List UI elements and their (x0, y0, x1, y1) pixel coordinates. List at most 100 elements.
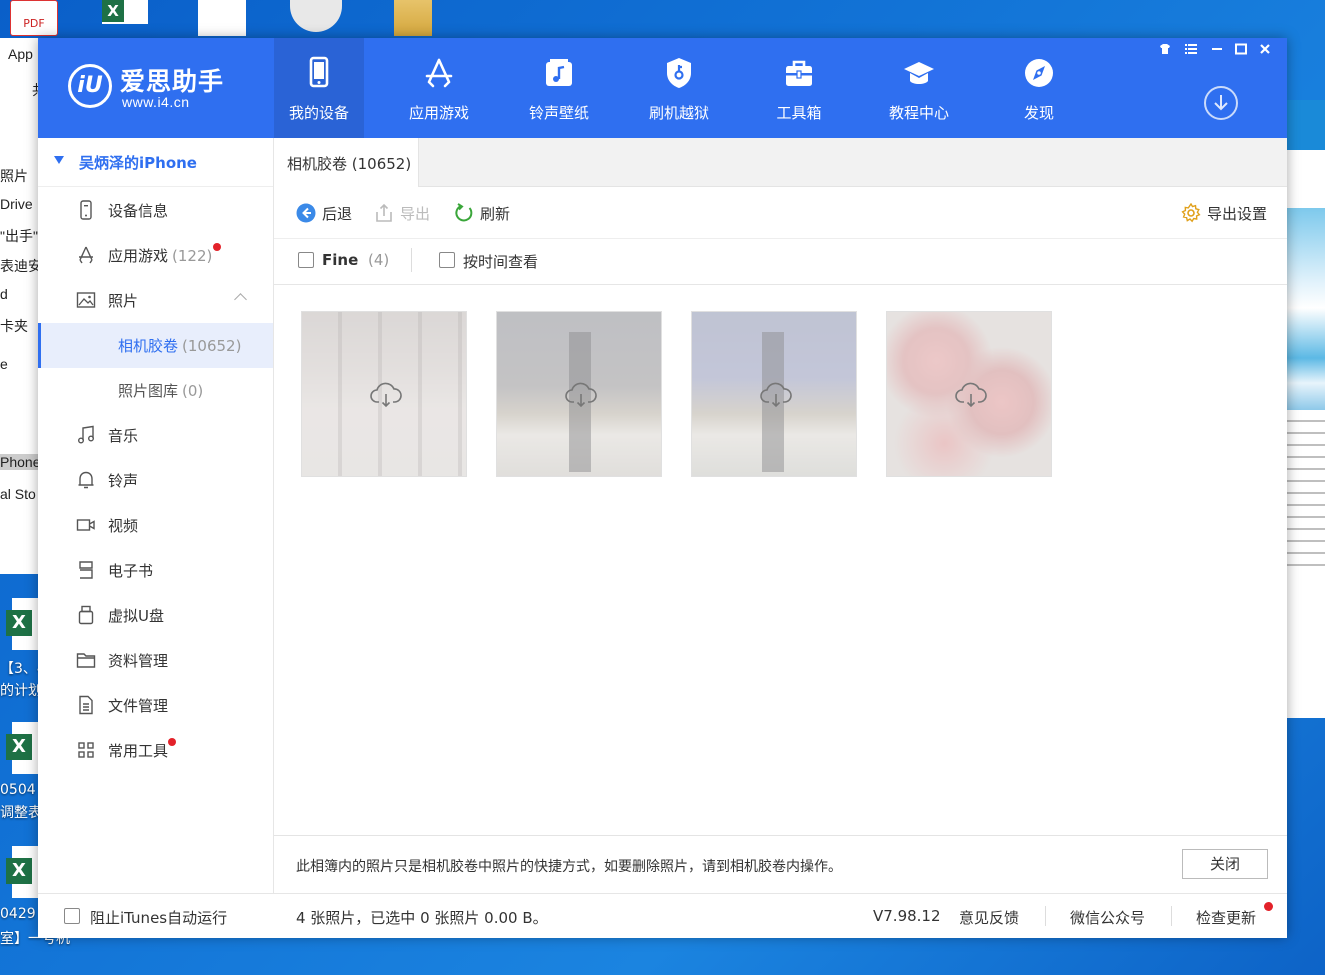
pdf-desktop-icon[interactable]: PDF (10, 0, 58, 36)
close-notice-button[interactable]: 关闭 (1182, 849, 1268, 879)
sidebar-item-camera-roll[interactable]: 相机胶卷 (10652) (38, 323, 273, 368)
nav-toolbox[interactable]: 工具箱 (754, 38, 844, 138)
excel-icon: X (102, 0, 124, 22)
nav-label: 工具箱 (776, 104, 822, 122)
sidebar-item-label: 资料管理 (108, 652, 169, 670)
file-icon (79, 695, 93, 715)
back-label: 后退 (322, 205, 353, 223)
photo-icon (76, 292, 96, 308)
music-note-icon (546, 59, 572, 86)
album-checkbox[interactable] (298, 252, 314, 268)
sidebar-item-ebooks[interactable]: 电子书 (38, 548, 273, 593)
sidebar-item-apps[interactable]: 应用游戏 (122) (38, 233, 273, 278)
sidebar-item-photo-library[interactable]: 照片图库 (0) (38, 368, 273, 413)
usb-drive-icon (78, 605, 94, 625)
desktop-file-label: 0429 (0, 906, 36, 922)
excel-desktop-file[interactable]: X (0, 598, 38, 650)
document-desktop-icon[interactable] (198, 0, 246, 36)
nav-my-device[interactable]: 我的设备 (274, 38, 364, 138)
feedback-link[interactable]: 意见反馈 (959, 907, 1019, 928)
sidebar-item-videos[interactable]: 视频 (38, 503, 273, 548)
desktop-file-label: 调整表 (0, 805, 42, 821)
download-arrow-icon (1214, 95, 1228, 111)
export-label: 导出 (400, 205, 431, 223)
ebook-icon (79, 561, 93, 579)
minimize-button[interactable] (1206, 42, 1228, 60)
sidebar-item-virtual-udisk[interactable]: 虚拟U盘 (38, 593, 273, 638)
export-icon (376, 203, 392, 222)
refresh-label: 刷新 (480, 205, 511, 223)
sidebar-item-label: 设备信息 (108, 202, 169, 220)
nav-flash-jailbreak[interactable]: 刷机越狱 (634, 38, 724, 138)
skin-button[interactable] (1154, 42, 1176, 60)
shirt-icon (1160, 44, 1170, 54)
device-header[interactable]: 吴炳泽的iPhone (38, 138, 273, 187)
cloud-download-icon (760, 382, 792, 408)
device-info-icon (80, 200, 92, 220)
behind-window-text: d (0, 286, 8, 302)
behind-window-text: 表迪安 (0, 258, 42, 274)
sidebar-item-common-tools[interactable]: 常用工具 (38, 728, 273, 773)
sidebar-item-music[interactable]: 音乐 (38, 413, 273, 458)
minimize-icon (1212, 48, 1222, 50)
block-itunes-checkbox[interactable] (64, 908, 80, 924)
tab-strip: 相机胶卷 (10652) (274, 138, 1287, 187)
nav-ringtones-wallpapers[interactable]: 铃声壁纸 (514, 38, 604, 138)
excel-desktop-file[interactable]: X (0, 846, 38, 898)
device-name: 吴炳泽的iPhone (79, 154, 197, 172)
sidebar-item-photos[interactable]: 照片 (38, 278, 273, 323)
nav-discover[interactable]: 发现 (994, 38, 1084, 138)
album-count: (4) (368, 251, 390, 269)
behind-window-text: "出手" (0, 228, 38, 244)
photo-thumbnail[interactable] (496, 311, 662, 477)
gear-icon (1181, 203, 1201, 223)
toolbar: 后退 导出 刷新 导出设置 (274, 186, 1287, 239)
close-window-button[interactable] (1254, 42, 1276, 60)
album-filter-bar: Fine (4) 按时间查看 (274, 238, 1287, 285)
nav-label: 应用游戏 (408, 104, 469, 122)
sidebar-item-label: 音乐 (108, 427, 139, 445)
sidebar-item-label: 视频 (108, 517, 139, 535)
excel-desktop-file[interactable]: X (0, 722, 38, 774)
sidebar-item-device-info[interactable]: 设备信息 (38, 188, 273, 233)
update-badge (1264, 902, 1273, 911)
apps-icon (79, 246, 93, 264)
behind-window-text: 照片 (0, 168, 28, 184)
phone-icon (309, 56, 329, 88)
check-update-link[interactable]: 检查更新 (1196, 907, 1256, 928)
logo-name: 爱思助手 (120, 67, 225, 96)
top-navigation-bar: iU 爱思助手 www.i4.cn 我的设备 应用游戏 铃声壁纸 刷机越狱 工具… (38, 38, 1287, 138)
menu-button[interactable] (1180, 42, 1202, 60)
refresh-icon (455, 203, 473, 222)
nav-apps-games[interactable]: 应用游戏 (394, 38, 484, 138)
excel-desktop-icon[interactable]: X (102, 0, 148, 24)
back-button[interactable]: 后退 (296, 202, 356, 224)
sidebar-item-file-management[interactable]: 文件管理 (38, 683, 273, 728)
tab-label: 相机胶卷 (10652) (287, 155, 412, 173)
list-menu-icon (1185, 44, 1197, 54)
excel-icon: X (6, 734, 32, 760)
export-button[interactable]: 导出 (374, 202, 434, 224)
tab-camera-roll[interactable]: 相机胶卷 (10652) (274, 138, 419, 187)
folder-desktop-icon[interactable] (394, 0, 432, 36)
refresh-button[interactable]: 刷新 (454, 202, 514, 224)
photo-thumbnail[interactable] (886, 311, 1052, 477)
view-by-time-checkbox[interactable] (439, 252, 455, 268)
notification-badge (168, 738, 176, 746)
maximize-button[interactable] (1230, 42, 1252, 60)
photo-thumbnail[interactable] (691, 311, 857, 477)
sidebar-item-ringtones[interactable]: 铃声 (38, 458, 273, 503)
close-icon (1260, 44, 1270, 54)
cloud-download-icon (955, 382, 987, 408)
nav-tutorial-center[interactable]: 教程中心 (874, 38, 964, 138)
export-settings-label: 导出设置 (1207, 205, 1268, 223)
export-settings-button[interactable]: 导出设置 (1181, 202, 1277, 224)
behind-window-text: e (0, 356, 8, 372)
media-player-desktop-icon[interactable] (290, 0, 346, 36)
wechat-link[interactable]: 微信公众号 (1070, 907, 1145, 928)
download-manager-button[interactable] (1204, 86, 1238, 120)
shield-key-icon (667, 58, 691, 88)
photo-thumbnail[interactable] (301, 311, 467, 477)
album-name: Fine (322, 251, 359, 269)
sidebar-item-data-management[interactable]: 资料管理 (38, 638, 273, 683)
